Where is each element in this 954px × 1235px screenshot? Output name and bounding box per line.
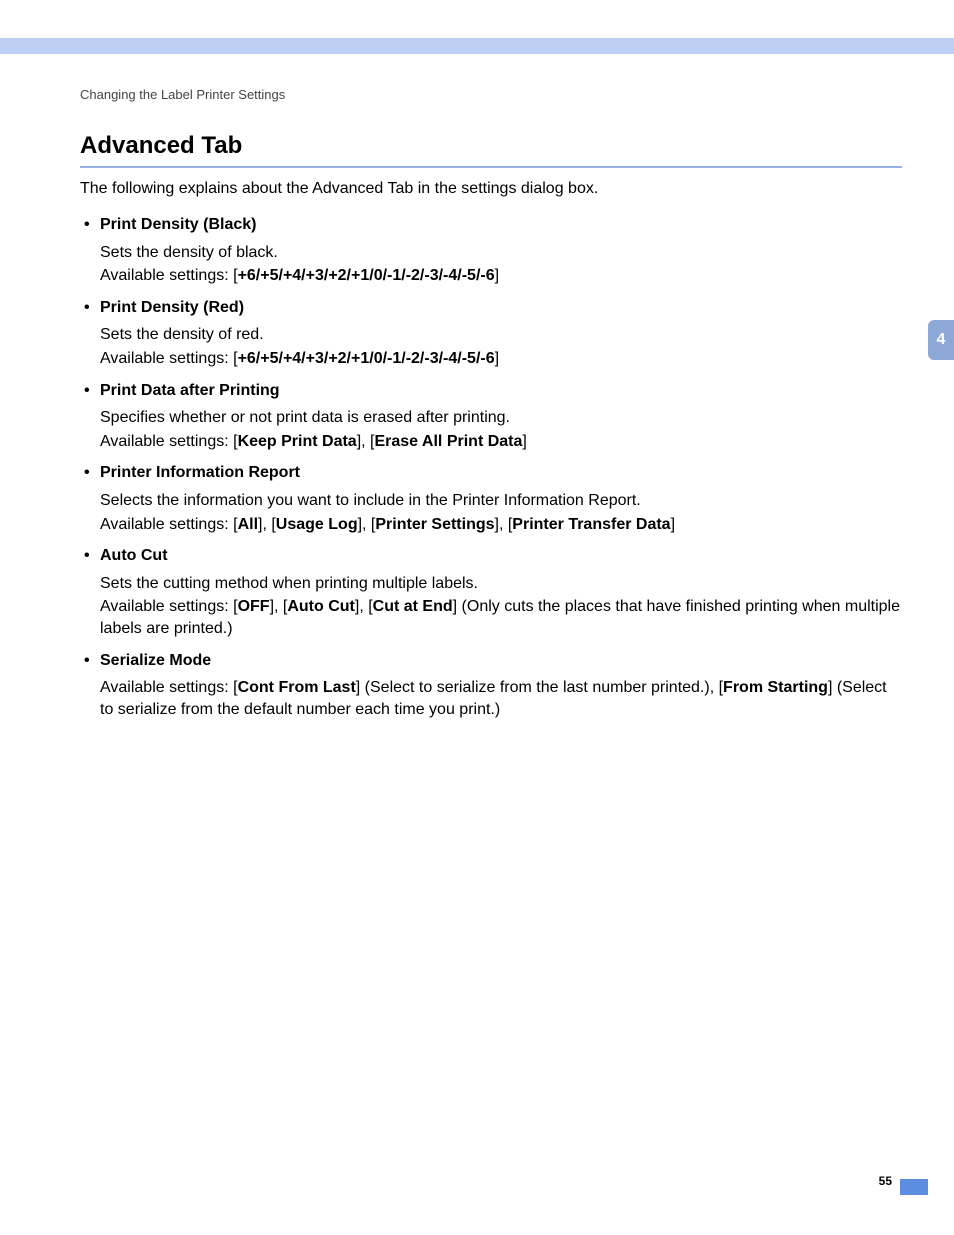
list-item: Print Density (Black) Sets the density of… [80,214,902,287]
list-item: Print Data after Printing Specifies wheth… [80,380,902,453]
detail-line: Sets the density of red. [100,324,902,346]
item-label: Printer Information Report [80,462,902,484]
list-item: Auto Cut Sets the cutting method when pri… [80,545,902,639]
item-detail: Sets the cutting method when printing mu… [80,573,902,640]
detail-line: Available settings: [+6/+5/+4/+3/+2/+1/0… [100,348,902,370]
content-area: Print Density (Black) Sets the density of… [80,204,902,720]
list-item: Print Density (Red) Sets the density of r… [80,297,902,370]
footer-accent [900,1179,928,1195]
section-title: Advanced Tab [80,130,902,168]
item-detail: Available settings: [Cont From Last] (Se… [80,677,902,720]
detail-line: Available settings: [Cont From Last] (Se… [100,677,902,720]
item-detail: Specifies whether or not print data is e… [80,407,902,452]
chapter-tab: 4 [928,320,954,360]
item-label: Auto Cut [80,545,902,567]
item-label: Print Density (Black) [80,214,902,236]
detail-line: Available settings: [+6/+5/+4/+3/+2/+1/0… [100,265,902,287]
item-detail: Sets the density of black.Available sett… [80,242,902,287]
detail-line: Available settings: [All], [Usage Log], … [100,514,902,536]
detail-line: Sets the cutting method when printing mu… [100,573,902,595]
item-label: Serialize Mode [80,650,902,672]
page-number: 55 [879,1173,892,1189]
item-detail: Sets the density of red.Available settin… [80,324,902,369]
running-header: Changing the Label Printer Settings [80,86,285,104]
list-item: Serialize Mode Available settings: [Cont … [80,650,902,721]
item-detail: Selects the information you want to incl… [80,490,902,535]
detail-line: Available settings: [OFF], [Auto Cut], [… [100,596,902,639]
detail-line: Sets the density of black. [100,242,902,264]
list-item: Printer Information Report Selects the in… [80,462,902,535]
top-accent-bar [0,38,954,54]
item-label: Print Density (Red) [80,297,902,319]
intro-text: The following explains about the Advance… [80,178,902,200]
detail-line: Specifies whether or not print data is e… [100,407,902,429]
item-label: Print Data after Printing [80,380,902,402]
detail-line: Available settings: [Keep Print Data], [… [100,431,902,453]
detail-line: Selects the information you want to incl… [100,490,902,512]
